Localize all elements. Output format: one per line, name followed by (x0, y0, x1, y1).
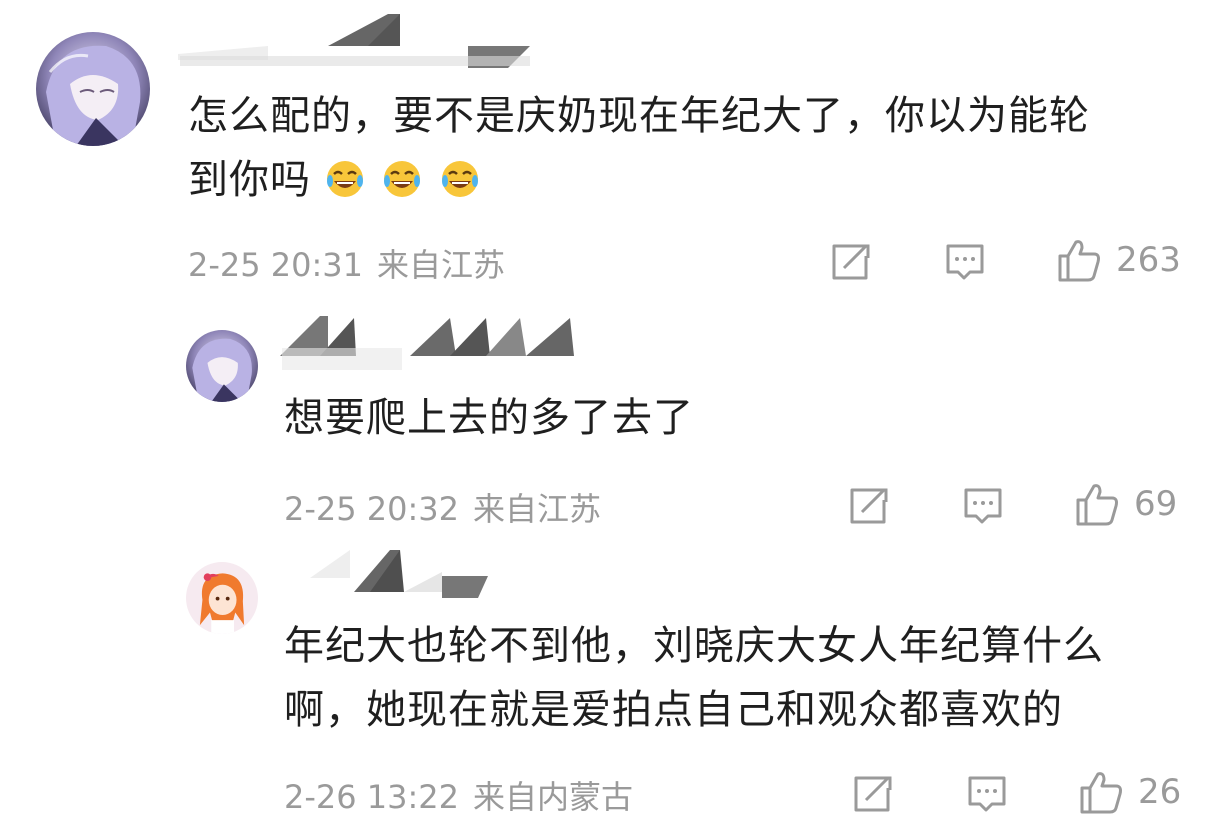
avatar[interactable] (186, 330, 258, 402)
comment-text: 怎么配的，要不是庆奶现在年纪大了，你以为能轮 到你吗 (188, 84, 1198, 212)
avatar[interactable] (36, 32, 150, 146)
comment-line: 怎么配的，要不是庆奶现在年纪大了，你以为能轮 (188, 93, 1090, 139)
comment-icon (964, 488, 1002, 524)
comment-text: 想要爬上去的多了去了 (284, 386, 1184, 450)
laugh-cry-emoji-icon (440, 154, 480, 197)
share-button[interactable] (830, 242, 872, 282)
comment-time: 2-25 20:31 (188, 246, 364, 284)
username-redacted[interactable] (280, 312, 630, 372)
laugh-cry-emoji-icon (325, 154, 365, 197)
comment-text: 年纪大也轮不到他，刘晓庆大女人年纪算什么 啊，她现在就是爱拍点自己和观众都喜欢的 (284, 614, 1204, 742)
share-button[interactable] (848, 486, 890, 526)
comment-location: 来自江苏 (377, 246, 506, 284)
like-button[interactable]: 26 (1078, 770, 1181, 814)
avatar[interactable] (186, 562, 258, 634)
username-redacted[interactable] (178, 10, 538, 70)
reply-button[interactable] (966, 774, 1008, 814)
comment-line: 想要爬上去的多了去了 (284, 395, 694, 441)
share-icon (854, 776, 892, 812)
like-count: 263 (1116, 240, 1181, 280)
thumbs-up-icon (1076, 484, 1118, 526)
comment-line-with-emoji: 到你吗 (188, 148, 1198, 212)
comment-icon (946, 244, 984, 280)
reply-button[interactable] (944, 242, 986, 282)
like-count: 26 (1138, 772, 1182, 812)
share-icon (832, 244, 870, 280)
username-redacted[interactable] (310, 546, 490, 606)
like-button[interactable]: 263 (1056, 238, 1181, 282)
comment-icon (968, 776, 1006, 812)
like-count: 69 (1134, 484, 1178, 524)
reply-button[interactable] (962, 486, 1004, 526)
like-button[interactable]: 69 (1074, 482, 1177, 526)
comment-meta: 2-25 20:31 来自江苏 (188, 240, 505, 286)
comment-line: 啊，她现在就是爱拍点自己和观众都喜欢的 (284, 687, 1063, 733)
comment-location: 来自江苏 (473, 490, 602, 528)
comment-meta: 2-26 13:22 来自内蒙古 (284, 772, 633, 818)
comment-time: 2-25 20:32 (284, 490, 460, 528)
comment-line: 到你吗 (188, 157, 311, 203)
thumbs-up-icon (1080, 772, 1122, 814)
thumbs-up-icon (1058, 240, 1100, 282)
share-icon (850, 488, 888, 524)
share-button[interactable] (852, 774, 894, 814)
comment-location: 来自内蒙古 (473, 778, 634, 816)
comment-meta: 2-25 20:32 来自江苏 (284, 484, 601, 530)
comment-line: 年纪大也轮不到他，刘晓庆大女人年纪算什么 (284, 623, 1104, 669)
laugh-cry-emoji-icon (382, 154, 422, 197)
comment-time: 2-26 13:22 (284, 778, 460, 816)
